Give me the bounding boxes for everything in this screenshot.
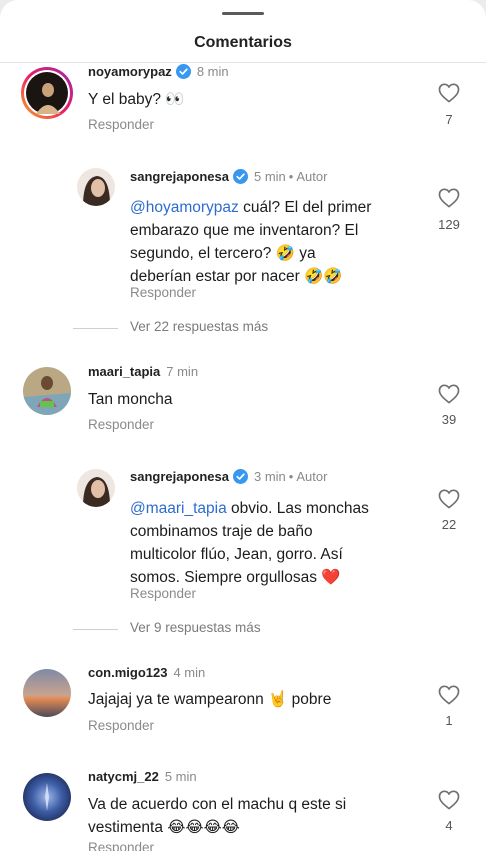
comment-meta: natycmj_22 5 min <box>88 769 197 784</box>
heart-outline-icon[interactable] <box>438 188 460 213</box>
drag-handle[interactable] <box>222 12 264 15</box>
comment-text: Jajajaj ya te wampearonn 🤘 pobre <box>88 691 332 708</box>
header-divider <box>0 62 486 63</box>
reply-button[interactable]: Responder <box>88 718 154 733</box>
avatar[interactable] <box>23 669 71 717</box>
heart-outline-icon[interactable] <box>438 384 460 409</box>
avatar[interactable] <box>23 367 71 415</box>
author-label: Autor <box>296 469 328 484</box>
username[interactable]: con.migo123 <box>88 665 167 680</box>
reply-button[interactable]: Responder <box>130 586 196 601</box>
comment-meta: noyamorypaz 8 min <box>88 64 229 82</box>
mention-link[interactable]: @maari_tapia <box>130 500 227 517</box>
reply-button[interactable]: Responder <box>130 285 196 300</box>
view-more-label[interactable]: Ver 22 respuestas más <box>130 319 268 334</box>
view-more-replies[interactable]: Ver 9 respuestas más <box>73 620 473 640</box>
heart-outline-icon[interactable] <box>438 489 460 514</box>
comment-text: Tan moncha <box>88 391 173 408</box>
username[interactable]: sangrejaponesa <box>130 169 229 184</box>
reply-button[interactable]: Responder <box>88 417 154 432</box>
comments-sheet: Comentarios noyamorypaz 8 min Y el baby? … <box>0 0 486 851</box>
view-more-label[interactable]: Ver 9 respuestas más <box>130 620 261 635</box>
like-count: 129 <box>438 217 460 232</box>
view-more-replies[interactable]: Ver 22 respuestas más <box>73 319 473 339</box>
timestamp: 5 min <box>254 169 286 184</box>
sheet-title: Comentarios <box>194 34 292 51</box>
like-count: 7 <box>445 112 453 127</box>
heart-outline-icon[interactable] <box>438 685 460 710</box>
like-count: 1 <box>445 713 453 728</box>
avatar[interactable] <box>77 168 115 206</box>
like-count: 39 <box>441 412 457 427</box>
comment-meta: sangrejaponesa 5 min • Autor <box>130 169 327 187</box>
username[interactable]: noyamorypaz <box>88 64 172 79</box>
timestamp: 5 min <box>164 769 197 784</box>
like-count: 22 <box>441 517 457 532</box>
username[interactable]: natycmj_22 <box>88 769 159 784</box>
reply-button[interactable]: Responder <box>88 840 154 851</box>
comment-text: @hoyamorypaz cuál? El del primer embaraz… <box>130 199 372 285</box>
author-label: Autor <box>296 169 328 184</box>
heart-outline-icon[interactable] <box>438 83 460 108</box>
verified-badge-icon <box>233 469 248 487</box>
reply-button[interactable]: Responder <box>88 117 154 132</box>
like-count: 4 <box>445 818 453 833</box>
comment-meta: con.migo123 4 min <box>88 665 205 680</box>
timestamp: 8 min <box>196 64 229 79</box>
timestamp: 3 min <box>254 469 286 484</box>
username[interactable]: sangrejaponesa <box>130 469 229 484</box>
comment-text: Y el baby? 👀 <box>88 91 185 108</box>
timestamp: 4 min <box>173 665 206 680</box>
verified-badge-icon <box>233 169 248 187</box>
mention-link[interactable]: @hoyamorypaz <box>130 199 239 216</box>
avatar[interactable] <box>23 773 71 821</box>
username[interactable]: maari_tapia <box>88 364 160 379</box>
timestamp: 7 min <box>166 364 199 379</box>
comment-meta: maari_tapia 7 min <box>88 364 198 379</box>
avatar[interactable] <box>77 469 115 507</box>
comment-meta: sangrejaponesa 3 min • Autor <box>130 469 327 487</box>
heart-outline-icon[interactable] <box>438 790 460 815</box>
comment-text: @maari_tapia obvio. Las monchas combinam… <box>130 500 369 586</box>
avatar[interactable] <box>20 66 74 120</box>
comment-text: Va de acuerdo con el machu q este si ves… <box>88 796 347 836</box>
verified-badge-icon <box>175 64 191 82</box>
